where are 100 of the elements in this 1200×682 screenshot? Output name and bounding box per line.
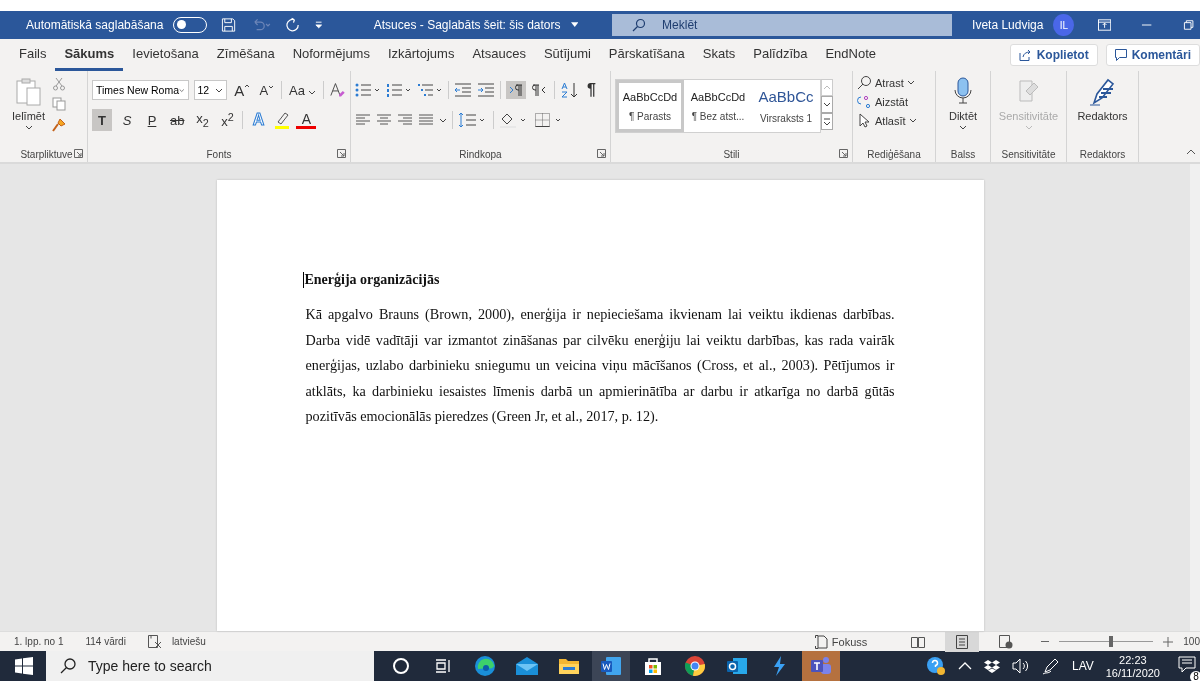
style-name: Virsraksts 1 bbox=[759, 113, 813, 124]
sort-icon[interactable] bbox=[560, 81, 580, 99]
search-icon bbox=[857, 75, 872, 90]
more-styles-icon[interactable] bbox=[821, 113, 833, 130]
style-preview: AaBbCcDd bbox=[690, 90, 746, 103]
redo-icon[interactable] bbox=[285, 17, 301, 33]
restore-icon[interactable] bbox=[1182, 19, 1194, 31]
share-button[interactable]: Koplietot bbox=[1009, 44, 1098, 66]
word-icon bbox=[600, 656, 622, 676]
dialog-launcher-icon[interactable] bbox=[839, 149, 848, 158]
ribbon-tab[interactable]: Fails bbox=[10, 39, 56, 71]
numbering-icon[interactable] bbox=[386, 82, 412, 98]
style-name: ¶ Parasts bbox=[628, 110, 672, 122]
proofing-icon[interactable] bbox=[147, 634, 162, 649]
customize-icon[interactable] bbox=[314, 20, 324, 30]
ribbon-tab[interactable]: Sūtījumi bbox=[534, 39, 600, 71]
editing-button[interactable]: Atrast bbox=[857, 75, 931, 90]
change-case-button[interactable]: Aa bbox=[286, 82, 319, 98]
word-count[interactable]: 114 vārdi bbox=[85, 636, 126, 647]
dialog-launcher-icon[interactable] bbox=[74, 149, 83, 158]
style-name: ¶ Bez atst... bbox=[691, 110, 745, 122]
group-label: Rindkopa bbox=[459, 148, 502, 160]
vertical-scrollbar[interactable] bbox=[1190, 164, 1200, 631]
ribbon-display-icon[interactable] bbox=[1098, 19, 1112, 31]
dialog-launcher-icon[interactable] bbox=[337, 149, 346, 158]
pen-icon[interactable] bbox=[1041, 657, 1060, 675]
scroll-down-icon[interactable] bbox=[821, 96, 833, 113]
ribbon-tab[interactable]: Palīdzība bbox=[744, 39, 817, 71]
editor-button[interactable]: Redaktors bbox=[1075, 77, 1130, 146]
ribbon-tab[interactable]: Izkārtojums bbox=[378, 39, 464, 71]
dialog-launcher-icon[interactable] bbox=[597, 149, 606, 158]
format-button[interactable]: S bbox=[117, 109, 137, 131]
format-button[interactable]: x$^{2}$ bbox=[217, 109, 238, 131]
format-button[interactable]: T bbox=[92, 109, 112, 131]
paintbrush-icon[interactable] bbox=[51, 117, 67, 133]
dictate-button[interactable]: Diktēt bbox=[946, 77, 980, 146]
font-color-button[interactable]: A bbox=[296, 111, 317, 129]
windows-start-icon[interactable] bbox=[15, 657, 33, 675]
clock[interactable]: 22:23 16/11/2020 bbox=[1105, 651, 1160, 681]
dropbox-icon[interactable] bbox=[983, 659, 1000, 673]
left-to-right-icon[interactable] bbox=[506, 81, 526, 99]
ribbon-tab[interactable]: Pārskatīšana bbox=[599, 39, 694, 71]
highlighter-icon[interactable] bbox=[273, 111, 292, 129]
book-icon bbox=[911, 635, 926, 648]
editing-button[interactable]: Atlasīt bbox=[857, 113, 931, 128]
ribbon-tab[interactable]: Skats bbox=[693, 39, 745, 71]
multilevel-list-icon[interactable] bbox=[417, 82, 443, 98]
grow-font-button[interactable]: A bbox=[232, 81, 253, 99]
page-count[interactable]: 1. lpp. no 1 bbox=[14, 636, 64, 647]
pen-icon bbox=[1088, 77, 1117, 107]
ribbon-tab[interactable]: Atsauces bbox=[463, 39, 535, 71]
ribbon-tab[interactable]: Zīmēšana bbox=[207, 39, 284, 71]
ribbon-tab[interactable]: Ievietošana bbox=[123, 39, 208, 71]
font-name-field[interactable]: Times New Roma bbox=[92, 80, 189, 100]
microphone-icon bbox=[953, 77, 973, 107]
save-icon[interactable] bbox=[221, 17, 237, 33]
zoom-percentage[interactable]: 100 bbox=[1183, 636, 1200, 647]
bullets-icon[interactable] bbox=[355, 82, 381, 98]
group-label: Starpliktuve bbox=[20, 148, 73, 160]
comments-button[interactable]: Komentāri bbox=[1105, 44, 1200, 66]
editing-button[interactable]: Aizstāt bbox=[857, 94, 931, 109]
task-view-icon bbox=[434, 657, 452, 675]
ribbon-tab[interactable]: EndNote bbox=[816, 39, 886, 71]
shrink-font-button[interactable]: A bbox=[257, 82, 277, 98]
document-title[interactable]: Atsuces - Saglabāts šeit: šis dators bbox=[373, 18, 561, 32]
format-button[interactable]: x$_{2}$ bbox=[192, 109, 213, 131]
group-label: Sensitivitāte bbox=[1001, 148, 1056, 160]
comment-icon bbox=[1114, 49, 1127, 61]
view-button[interactable] bbox=[945, 631, 980, 652]
taskbar-search-field[interactable]: Type here to search bbox=[46, 651, 374, 681]
cursor-icon bbox=[857, 113, 872, 128]
format-button[interactable]: P bbox=[142, 109, 162, 131]
keyboard-language[interactable]: LAV bbox=[1071, 659, 1094, 673]
style-option[interactable]: AaBbCcDd ¶ Parasts bbox=[616, 80, 684, 132]
format-button[interactable]: ab bbox=[167, 109, 188, 131]
search-icon bbox=[60, 658, 76, 674]
zoom-in-icon[interactable] bbox=[1163, 636, 1174, 647]
user-name[interactable]: Iveta Ludviga bbox=[972, 18, 1044, 32]
style-preview: AaBbCcDd bbox=[622, 90, 678, 103]
clipboard-icon bbox=[13, 77, 44, 107]
notification-count: 8 bbox=[1190, 670, 1200, 682]
show-marks-button[interactable]: ¶ bbox=[585, 81, 598, 99]
focus-button[interactable]: Fokuss bbox=[808, 633, 874, 650]
collapse-ribbon-icon[interactable] bbox=[1186, 148, 1196, 156]
web-page-icon bbox=[999, 634, 1014, 649]
ribbon-tab[interactable]: Noformējums bbox=[283, 39, 379, 71]
font-size-field[interactable]: 12 bbox=[193, 80, 228, 100]
language-indicator[interactable]: latviešu bbox=[171, 636, 206, 647]
chevron-up-icon[interactable] bbox=[957, 661, 972, 671]
group-label: Rediģēšana bbox=[867, 148, 921, 160]
paste-button[interactable]: Ielīmēt bbox=[10, 77, 47, 146]
user-avatar[interactable]: IL bbox=[1053, 14, 1075, 36]
clear-formatting-icon[interactable] bbox=[329, 81, 346, 99]
shopping-bag-icon bbox=[643, 656, 663, 676]
edge-icon bbox=[474, 655, 496, 677]
group-label: Stili bbox=[723, 148, 740, 160]
search-field[interactable]: Meklēt bbox=[612, 14, 953, 36]
speaker-icon[interactable] bbox=[1011, 658, 1030, 674]
style-preview: AaBbCc bbox=[758, 88, 814, 105]
help-icon[interactable] bbox=[925, 656, 946, 676]
